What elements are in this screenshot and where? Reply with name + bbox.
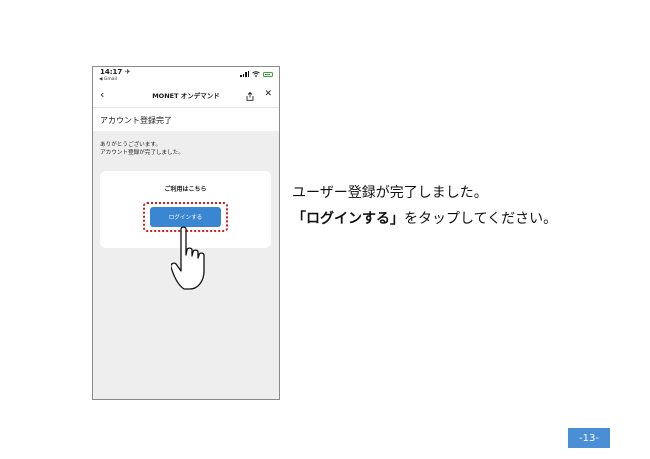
signal-icon [240, 71, 249, 77]
instruction-line-2: 「ログインする」をタップしてください。 [292, 206, 557, 232]
bracket-close: 」 [390, 211, 404, 227]
app-navbar: ‹ MONET オンデマンド ✕ [93, 85, 279, 107]
thanks-line-1: ありがとうございます。 [100, 142, 161, 148]
instruction-text: ユーザー登録が完了しました。 「ログインする」をタップしてください。 [292, 180, 557, 232]
status-bar: 14:17 ✈ ◀ Gmail [93, 67, 279, 85]
bracket-open: 「 [292, 211, 306, 227]
wifi-icon [252, 71, 260, 77]
login-button[interactable]: ログインする [150, 207, 221, 227]
login-emphasis: ログインする [306, 211, 390, 227]
thanks-line-2: アカウント登録が完了しました。 [100, 150, 184, 156]
page-number-badge: -13- [568, 428, 610, 448]
share-icon[interactable] [246, 92, 254, 101]
page-header: アカウント登録完了 [93, 107, 279, 131]
status-icons [240, 70, 273, 78]
back-to-app-link[interactable]: ◀ Gmail [99, 77, 117, 82]
status-time: 14:17 ✈ [100, 68, 131, 76]
card-title: ご利用はこちら [164, 186, 207, 193]
page-title: アカウント登録完了 [100, 116, 172, 125]
instruction-line-1: ユーザー登録が完了しました。 [292, 185, 488, 201]
pointing-hand-icon [171, 226, 205, 290]
thanks-message: ありがとうございます。 アカウント登録が完了しました。 [100, 141, 184, 157]
close-icon[interactable]: ✕ [264, 89, 272, 99]
battery-icon [263, 71, 273, 77]
phone-screenshot: 14:17 ✈ ◀ Gmail ‹ MONET オンデマンド ✕ アカウント登録… [92, 66, 280, 400]
instruction-rest: をタップしてください。 [404, 211, 558, 227]
